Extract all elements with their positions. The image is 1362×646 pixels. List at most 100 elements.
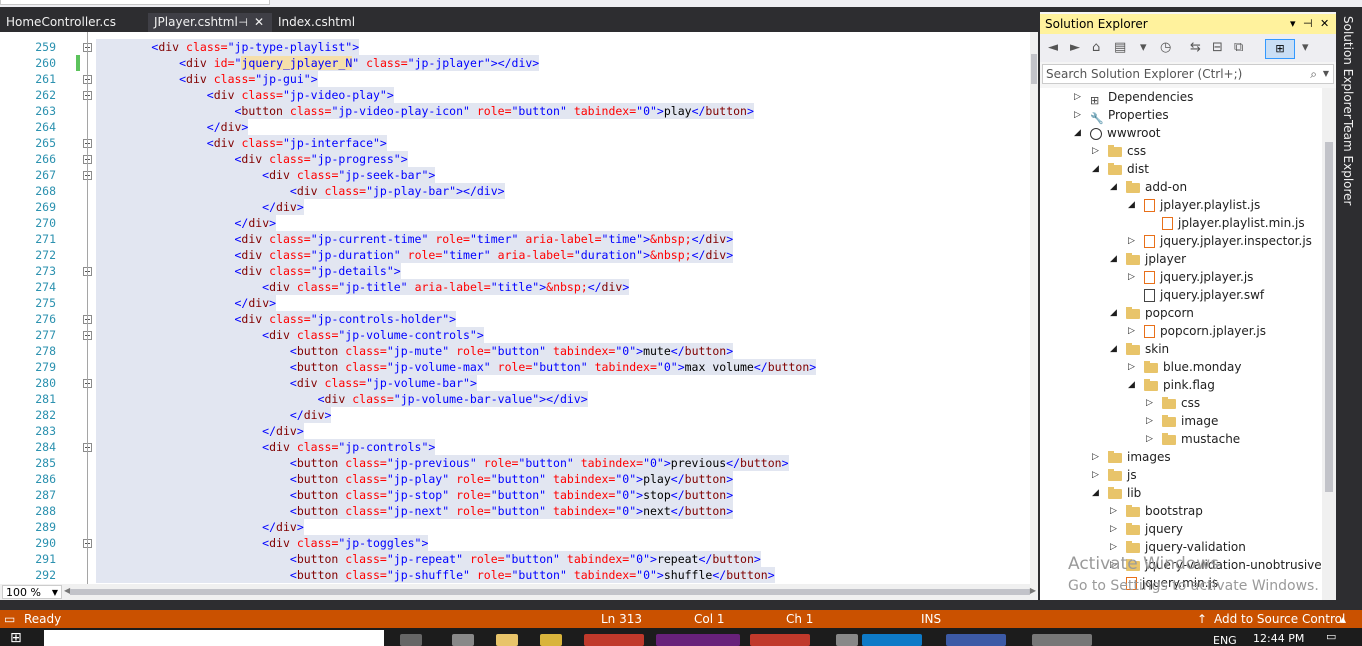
taskbar-app-icon[interactable] xyxy=(1032,634,1092,646)
code-line[interactable]: </div> xyxy=(96,295,277,311)
code-editor[interactable]: 259 <div class="jp-type-playlist"> 260 <d… xyxy=(0,32,1038,584)
tree-node[interactable]: ◢ skin xyxy=(1110,340,1169,358)
tab-index[interactable]: Index.cshtml xyxy=(272,13,390,32)
collapse-arrow-icon[interactable]: ◢ xyxy=(1110,250,1117,268)
expand-arrow-icon[interactable]: ▷ xyxy=(1074,88,1081,106)
expand-arrow-icon[interactable]: ▷ xyxy=(1146,430,1153,448)
home-icon[interactable]: ⌂ xyxy=(1092,40,1100,55)
code-line[interactable]: <div class="jp-current-time" role="timer… xyxy=(96,231,734,247)
tree-node[interactable]: jquery.jplayer.swf xyxy=(1144,286,1264,304)
taskbar-search-box[interactable] xyxy=(44,630,384,646)
taskbar-app-icon[interactable] xyxy=(452,634,474,646)
collapse-arrow-icon[interactable]: ◢ xyxy=(1074,124,1081,142)
code-line[interactable]: <div class="jp-gui"> xyxy=(96,71,318,87)
show-all-files-icon[interactable]: ⧉ xyxy=(1234,40,1243,55)
scroll-thumb[interactable] xyxy=(1031,54,1037,84)
sync-icon[interactable]: ⇆ xyxy=(1190,40,1201,55)
tree-node[interactable]: ▷ jquery xyxy=(1110,520,1183,538)
expand-arrow-icon[interactable]: ▷ xyxy=(1092,142,1099,160)
code-line[interactable]: <button class="jp-next" role="button" ta… xyxy=(96,503,734,519)
expand-arrow-icon[interactable]: ▷ xyxy=(1128,268,1135,286)
tree-node[interactable]: ◢ wwwroot xyxy=(1074,124,1161,142)
close-icon[interactable]: ✕ xyxy=(1320,14,1329,34)
code-line[interactable]: <div class="jp-type-playlist"> xyxy=(96,39,360,55)
taskbar-app-icon[interactable] xyxy=(946,634,1006,646)
code-line[interactable]: <button class="jp-video-play-icon" role=… xyxy=(96,103,754,119)
expand-arrow-icon[interactable]: ▷ xyxy=(1110,520,1117,538)
clock[interactable]: 12:44 PM xyxy=(1253,632,1304,645)
tree-node[interactable]: ▷ image xyxy=(1146,412,1218,430)
search-icon[interactable]: ⌕ xyxy=(1310,65,1317,83)
back-icon[interactable]: ◄ xyxy=(1048,40,1058,55)
skype-icon[interactable] xyxy=(862,634,922,646)
code-line[interactable]: </div> xyxy=(96,407,332,423)
code-line[interactable]: <div class="jp-seek-bar"> xyxy=(96,167,436,183)
code-line[interactable]: <button class="jp-mute" role="button" ta… xyxy=(96,343,734,359)
code-line[interactable]: <div id="jquery_jplayer_N" class="jp-jpl… xyxy=(96,55,540,71)
zoom-select[interactable]: 100 % ▼ xyxy=(2,585,62,599)
tree-node[interactable]: jplayer.playlist.min.js xyxy=(1162,214,1305,232)
tree-node[interactable]: ▷ blue.monday xyxy=(1128,358,1241,376)
code-line[interactable]: </div> xyxy=(96,519,304,535)
code-area[interactable]: 259 <div class="jp-type-playlist"> 260 <d… xyxy=(0,32,1030,584)
code-line[interactable]: <button class="jp-repeat" role="button" … xyxy=(96,551,761,567)
code-line[interactable]: <div class="jp-play-bar"></div> xyxy=(96,183,505,199)
code-line[interactable]: </div> xyxy=(96,423,304,439)
collapse-arrow-icon[interactable]: ◢ xyxy=(1092,160,1099,178)
code-line[interactable]: <div class="jp-video-play"> xyxy=(96,87,394,103)
tree-node[interactable]: ◢ popcorn xyxy=(1110,304,1194,322)
collapse-arrow-icon[interactable]: ◢ xyxy=(1110,304,1117,322)
expand-arrow-icon[interactable]: ▷ xyxy=(1146,412,1153,430)
scroll-right-icon[interactable]: ▶ xyxy=(1030,586,1036,595)
code-line[interactable]: </div> xyxy=(96,215,277,231)
task-view-icon[interactable] xyxy=(400,634,422,646)
code-line[interactable]: <div class="jp-volume-bar-value"></div> xyxy=(96,391,588,407)
tree-node[interactable]: ▷ mustache xyxy=(1146,430,1240,448)
file-explorer-icon[interactable] xyxy=(496,634,518,646)
history-icon[interactable]: ◷ xyxy=(1160,40,1171,55)
tree-node[interactable]: ▷ css xyxy=(1092,142,1146,160)
tree-node[interactable]: ▷ images xyxy=(1092,448,1171,466)
code-line[interactable]: <button class="jp-stop" role="button" ta… xyxy=(96,487,734,503)
windows-start-icon[interactable]: ⊞ xyxy=(10,630,22,646)
tree-node[interactable]: ▷ bootstrap xyxy=(1110,502,1203,520)
collapse-arrow-icon[interactable]: ◢ xyxy=(1092,484,1099,502)
expand-arrow-icon[interactable]: ▷ xyxy=(1128,232,1135,250)
notification-icon[interactable]: ▭ xyxy=(1326,630,1336,643)
collapse-arrow-icon[interactable]: ◢ xyxy=(1128,196,1135,214)
expand-arrow-icon[interactable]: ▷ xyxy=(1128,322,1135,340)
tree-node[interactable]: ▷ jquery.jplayer.inspector.js xyxy=(1128,232,1312,250)
tree-node[interactable]: ▷ jquery.jplayer.js xyxy=(1128,268,1253,286)
code-line[interactable]: <div class="jp-volume-controls"> xyxy=(96,327,484,343)
tree-node[interactable]: ▷ popcorn.jplayer.js xyxy=(1128,322,1266,340)
search-input[interactable]: Search Solution Explorer (Ctrl+;) ⌕ ▼ xyxy=(1042,64,1334,84)
pin-icon[interactable]: ⊣ xyxy=(1303,14,1313,34)
code-line[interactable]: <div class="jp-progress"> xyxy=(96,151,408,167)
tree-node[interactable]: ◢ dist xyxy=(1092,160,1149,178)
expand-arrow-icon[interactable]: ▷ xyxy=(1110,502,1117,520)
code-line[interactable]: </div> xyxy=(96,119,249,135)
code-line[interactable]: <div class="jp-controls"> xyxy=(96,439,436,455)
code-line[interactable]: </div> xyxy=(96,199,304,215)
pending-changes-icon[interactable]: ▾ xyxy=(1140,40,1147,55)
chevron-up-icon[interactable]: ▴ xyxy=(1340,610,1346,628)
tree-node[interactable]: ▷ js xyxy=(1092,466,1137,484)
settings-dropdown-icon[interactable]: ▾ xyxy=(1302,40,1309,55)
dropdown-icon[interactable]: ▾ xyxy=(1290,14,1296,34)
switch-views-icon[interactable]: ▤ xyxy=(1114,40,1126,55)
tree-node[interactable]: ◢ lib xyxy=(1092,484,1141,502)
add-to-source-control[interactable]: Add to Source Control xyxy=(1214,610,1345,628)
forward-icon[interactable]: ► xyxy=(1070,40,1080,55)
taskbar-app-icon[interactable] xyxy=(540,634,562,646)
close-icon[interactable]: ✕ xyxy=(254,13,264,32)
horizontal-scrollbar[interactable] xyxy=(70,589,1030,595)
tree-node[interactable]: ◢ jplayer.playlist.js xyxy=(1128,196,1260,214)
tree-node[interactable]: ◢ pink.flag xyxy=(1128,376,1215,394)
tree-node[interactable]: ▷ 🔧 Properties xyxy=(1074,106,1169,125)
tree-node[interactable]: ▷ ⊞ Dependencies xyxy=(1074,88,1193,107)
taskbar-app-icon[interactable] xyxy=(836,634,858,646)
code-line[interactable]: <button class="jp-shuffle" role="button"… xyxy=(96,567,775,583)
up-arrow-icon[interactable]: ↑ xyxy=(1197,610,1207,628)
code-line[interactable]: <div class="jp-title" aria-label="title"… xyxy=(96,279,630,295)
tab-jplayer[interactable]: JPlayer.cshtml ⊣ ✕ xyxy=(148,13,272,32)
